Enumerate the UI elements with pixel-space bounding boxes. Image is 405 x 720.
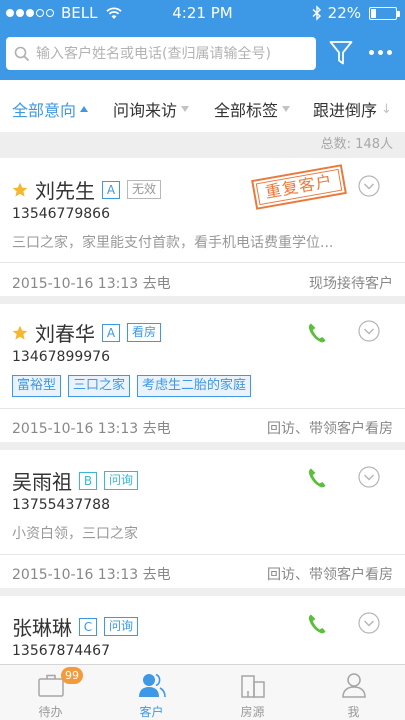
- customer-card[interactable]: 刘春华 A 看房 13467899976 富裕型 三口之家 考虑生二胎的家庭 2…: [0, 304, 405, 442]
- customer-name: 张琳琳: [12, 616, 72, 640]
- tag-list: 富裕型 三口之家 考虑生二胎的家庭: [12, 375, 252, 397]
- last-contact-date: 2015-10-16 13:13 去电: [12, 421, 171, 437]
- filter-tab-source[interactable]: 问询来访: [113, 97, 190, 121]
- tab-label: 房源: [240, 705, 265, 719]
- followup-status: 回访、带领客户看房: [267, 567, 393, 583]
- search-icon: [14, 46, 30, 61]
- users-icon: [139, 673, 166, 698]
- filter-bar: 全部意向 问询来访 全部标签 跟进倒序 ↓: [0, 80, 405, 132]
- filter-tab-label: 问询来访: [113, 101, 178, 120]
- building-icon: [241, 675, 265, 698]
- status-bar: BELL 4:21 PM 22%: [0, 0, 405, 26]
- star-icon[interactable]: [12, 182, 28, 198]
- level-badge: A: [102, 323, 120, 342]
- followup-status: 现场接待客户: [309, 276, 393, 292]
- filter-tab-label: 跟进倒序: [313, 101, 378, 120]
- battery-icon: [369, 6, 400, 20]
- header-bar: BELL 4:21 PM 22%: [0, 0, 405, 80]
- customer-phone[interactable]: 13467899976: [12, 349, 110, 365]
- search-input[interactable]: [36, 45, 306, 62]
- customer-name: 刘先生: [35, 179, 95, 203]
- todo-count-badge: 99: [61, 667, 83, 684]
- customer-phone[interactable]: 13755437788: [12, 497, 110, 513]
- tab-label: 待办: [38, 705, 63, 719]
- level-badge: B: [79, 471, 97, 490]
- bottom-tab-bar: 99 待办 客户 房源 我: [0, 664, 405, 720]
- arrow-down-icon: ↓: [381, 101, 392, 117]
- last-contact-date: 2015-10-16 13:13 去电: [12, 567, 171, 583]
- status-tag: 问询: [104, 617, 139, 636]
- followup-status: 回访、带领客户看房: [267, 421, 393, 437]
- person-icon: [342, 673, 366, 698]
- chevron-down-circle-icon[interactable]: [358, 175, 380, 197]
- level-badge: A: [102, 180, 120, 199]
- more-dots-icon[interactable]: [369, 50, 392, 55]
- tab-todo[interactable]: 99 待办: [0, 665, 101, 720]
- customer-note: 三口之家，家里能支付首款，看手机电话费重学位...: [12, 235, 334, 251]
- customer-tag: 三口之家: [68, 375, 131, 397]
- tab-label: 我: [347, 705, 360, 719]
- customer-name: 刘春华: [35, 322, 95, 346]
- tab-customers[interactable]: 客户: [101, 665, 202, 720]
- chevron-down-circle-icon[interactable]: [358, 612, 380, 634]
- status-tag: 看房: [127, 323, 162, 342]
- battery-percent: 22%: [327, 4, 361, 22]
- customer-tag: 考虑生二胎的家庭: [137, 375, 252, 397]
- filter-tab-intent[interactable]: 全部意向: [12, 97, 89, 121]
- customer-card[interactable]: 吴雨祖 B 问询 13755437788 小资白领，三口之家 2015-10-1…: [0, 450, 405, 588]
- customer-phone[interactable]: 13546779866: [12, 206, 110, 222]
- level-badge: C: [79, 617, 97, 636]
- filter-tab-label: 全部标签: [214, 101, 279, 120]
- tab-label: 客户: [139, 705, 164, 719]
- filter-tab-label: 全部意向: [12, 101, 77, 120]
- phone-icon[interactable]: [307, 467, 327, 489]
- triangle-down-icon: [282, 106, 291, 112]
- battery-level-fill: [371, 8, 376, 18]
- chevron-down-circle-icon[interactable]: [358, 466, 380, 488]
- tab-listings[interactable]: 房源: [202, 665, 303, 720]
- chevron-down-circle-icon[interactable]: [358, 320, 380, 342]
- total-count: 总数: 148人: [0, 132, 405, 158]
- customer-note: 小资白领，三口之家: [12, 526, 138, 542]
- bluetooth-icon: [312, 5, 321, 21]
- customer-phone[interactable]: 13567874467: [12, 643, 110, 659]
- star-icon[interactable]: [12, 325, 28, 341]
- customer-name: 吴雨祖: [12, 470, 72, 494]
- search-box[interactable]: [6, 37, 316, 70]
- filter-tab-tags[interactable]: 全部标签: [214, 97, 291, 121]
- triangle-up-icon: [80, 106, 89, 112]
- filter-tab-sort[interactable]: 跟进倒序 ↓: [313, 97, 392, 121]
- triangle-down-icon: [181, 106, 190, 112]
- status-tag: 问询: [104, 471, 139, 490]
- customer-tag: 富裕型: [12, 375, 62, 397]
- phone-icon[interactable]: [307, 322, 327, 344]
- last-contact-date: 2015-10-16 13:13 去电: [12, 276, 171, 292]
- tab-me[interactable]: 我: [303, 665, 404, 720]
- funnel-icon[interactable]: [329, 40, 353, 66]
- phone-icon[interactable]: [307, 613, 327, 635]
- status-tag: 无效: [127, 180, 162, 199]
- customer-card[interactable]: 张琳琳 C 问询 13567874467: [0, 596, 405, 664]
